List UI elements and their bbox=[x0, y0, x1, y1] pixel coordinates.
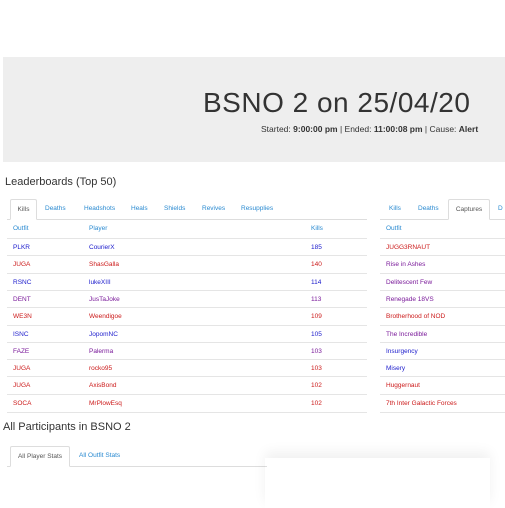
outfit-name[interactable]: The Incredible bbox=[386, 331, 427, 338]
kill-count: 113 bbox=[311, 295, 322, 303]
outfit-name[interactable]: 7th Inter Galactic Forces bbox=[386, 400, 457, 407]
player-name[interactable]: lukeXIII bbox=[89, 279, 111, 286]
outfit-name[interactable]: Brotherhood of NOD bbox=[386, 313, 445, 320]
kill-count: 102 bbox=[311, 399, 322, 407]
tab-all-player-stats[interactable]: All Player Stats bbox=[10, 446, 70, 467]
column-header-outfit[interactable]: Outfit bbox=[386, 225, 402, 232]
outfit-tag[interactable]: JUGA bbox=[13, 365, 30, 372]
outfit-tag[interactable]: RSNC bbox=[13, 279, 31, 286]
tab-outfit-kills[interactable]: Kills bbox=[389, 199, 401, 218]
outfit-tag[interactable]: ISNC bbox=[13, 331, 29, 338]
table-row: JUGA AxisBond 102 bbox=[7, 376, 367, 395]
tab-outfit-more[interactable]: D bbox=[498, 199, 503, 218]
tab-shields[interactable]: Shields bbox=[164, 199, 185, 218]
kill-count: 140 bbox=[311, 261, 322, 269]
table-row: PLKR CourierX 185 bbox=[7, 238, 367, 257]
table-row: Misery bbox=[380, 359, 505, 378]
outfit-tag[interactable]: FAZE bbox=[13, 348, 29, 355]
tab-revives[interactable]: Revives bbox=[202, 199, 225, 218]
player-name[interactable]: JusTaJoke bbox=[89, 296, 120, 303]
started-label: Started: bbox=[261, 124, 291, 134]
participants-panel bbox=[265, 458, 490, 508]
ended-label: Ended: bbox=[344, 124, 372, 134]
cause-label: Cause: bbox=[429, 124, 457, 134]
tab-deaths[interactable]: Deaths bbox=[45, 199, 66, 218]
outfit-tag[interactable]: DENT bbox=[13, 296, 31, 303]
table-row: RSNC lukeXIII 114 bbox=[7, 272, 367, 292]
tab-kills[interactable]: Kills bbox=[10, 199, 37, 220]
outfit-name[interactable]: Misery bbox=[386, 365, 405, 372]
kill-count: 103 bbox=[311, 347, 322, 355]
outfit-captures-table: Outfit JUGG3RNAUT Rise in Ashes Delitescen… bbox=[380, 220, 505, 413]
outfit-tag[interactable]: JUGA bbox=[13, 261, 30, 268]
table-row: FAZE Palerma 103 bbox=[7, 341, 367, 361]
player-leaderboard-tabs: Kills Deaths Headshots Heals Shields Rev… bbox=[7, 199, 367, 220]
table-row: 7th Inter Galactic Forces bbox=[380, 393, 505, 413]
player-name[interactable]: rocko95 bbox=[89, 365, 112, 372]
started-value: 9:00:00 pm bbox=[293, 124, 338, 134]
match-header: BSNO 2 on 25/04/20 Started: 9:00:00 pm |… bbox=[3, 57, 505, 162]
tab-outfit-captures[interactable]: Captures bbox=[448, 199, 490, 220]
outfit-tag[interactable]: WE3N bbox=[13, 313, 32, 320]
player-name[interactable]: AxisBond bbox=[89, 382, 116, 389]
table-row: Rise in Ashes bbox=[380, 255, 505, 274]
cause-value: Alert bbox=[458, 124, 479, 134]
outfit-name[interactable]: Insurgency bbox=[386, 348, 418, 355]
player-name[interactable]: ShasGalla bbox=[89, 261, 119, 268]
tab-all-outfit-stats[interactable]: All Outfit Stats bbox=[79, 446, 120, 465]
table-row: DENT JusTaJoke 113 bbox=[7, 289, 367, 309]
table-row: Insurgency bbox=[380, 341, 505, 361]
table-header-row: Outfit bbox=[380, 220, 505, 238]
table-row: SOCA MrPlowEsq 102 bbox=[7, 393, 367, 413]
column-header-kills[interactable]: Kills bbox=[311, 225, 323, 232]
column-header-player[interactable]: Player bbox=[89, 225, 107, 232]
table-row: Brotherhood of NOD bbox=[380, 307, 505, 326]
player-kills-table: Outfit Player Kills PLKR CourierX 185 JUGA S… bbox=[7, 220, 367, 413]
table-row: Huggernaut bbox=[380, 376, 505, 395]
kill-count: 185 bbox=[311, 244, 322, 251]
outfit-tag[interactable]: JUGA bbox=[13, 382, 30, 389]
ended-value: 11:00:08 pm bbox=[373, 124, 423, 134]
table-row: Delitescent Few bbox=[380, 272, 505, 292]
outfit-name[interactable]: Rise in Ashes bbox=[386, 261, 425, 268]
table-row: Renegade 18VS bbox=[380, 289, 505, 309]
table-row: WE3N Weendigoe 109 bbox=[7, 307, 367, 326]
column-header-outfit[interactable]: Outfit bbox=[13, 225, 29, 232]
table-row: JUGG3RNAUT bbox=[380, 238, 505, 257]
participants-title: All Participants in BSNO 2 bbox=[3, 421, 131, 433]
table-header-row: Outfit Player Kills bbox=[7, 220, 367, 238]
outfit-tag[interactable]: SOCA bbox=[13, 400, 31, 407]
participants-tabs: All Player Stats All Outfit Stats bbox=[7, 446, 267, 467]
match-meta: Started: 9:00:00 pm | Ended: 11:00:08 pm… bbox=[261, 124, 478, 134]
table-row: The Incredible bbox=[380, 324, 505, 344]
player-name[interactable]: Weendigoe bbox=[89, 313, 122, 320]
kill-count: 102 bbox=[311, 382, 322, 390]
player-name[interactable]: MrPlowEsq bbox=[89, 400, 122, 407]
player-name[interactable]: JopomNC bbox=[89, 331, 118, 338]
table-row: ISNC JopomNC 105 bbox=[7, 324, 367, 344]
outfit-name[interactable]: JUGG3RNAUT bbox=[386, 244, 430, 251]
tab-resupplies[interactable]: Resupplies bbox=[241, 199, 273, 218]
tab-outfit-deaths[interactable]: Deaths bbox=[418, 199, 439, 218]
outfit-tag[interactable]: PLKR bbox=[13, 244, 30, 251]
match-title: BSNO 2 on 25/04/20 bbox=[203, 87, 471, 118]
outfit-leaderboard-tabs: Kills Deaths Captures D bbox=[380, 199, 505, 220]
outfit-name[interactable]: Renegade 18VS bbox=[386, 296, 434, 303]
kill-count: 114 bbox=[311, 278, 322, 286]
outfit-name[interactable]: Delitescent Few bbox=[386, 279, 432, 286]
table-row: JUGA ShasGalla 140 bbox=[7, 255, 367, 274]
table-row: JUGA rocko95 103 bbox=[7, 359, 367, 378]
kill-count: 109 bbox=[311, 313, 322, 321]
tab-headshots[interactable]: Headshots bbox=[84, 199, 115, 218]
kill-count: 105 bbox=[311, 330, 322, 338]
leaderboards-title: Leaderboards (Top 50) bbox=[5, 176, 117, 188]
tab-heals[interactable]: Heals bbox=[131, 199, 148, 218]
player-name[interactable]: Palerma bbox=[89, 348, 113, 355]
kill-count: 103 bbox=[311, 365, 322, 373]
outfit-name[interactable]: Huggernaut bbox=[386, 382, 420, 389]
player-name[interactable]: CourierX bbox=[89, 244, 115, 251]
